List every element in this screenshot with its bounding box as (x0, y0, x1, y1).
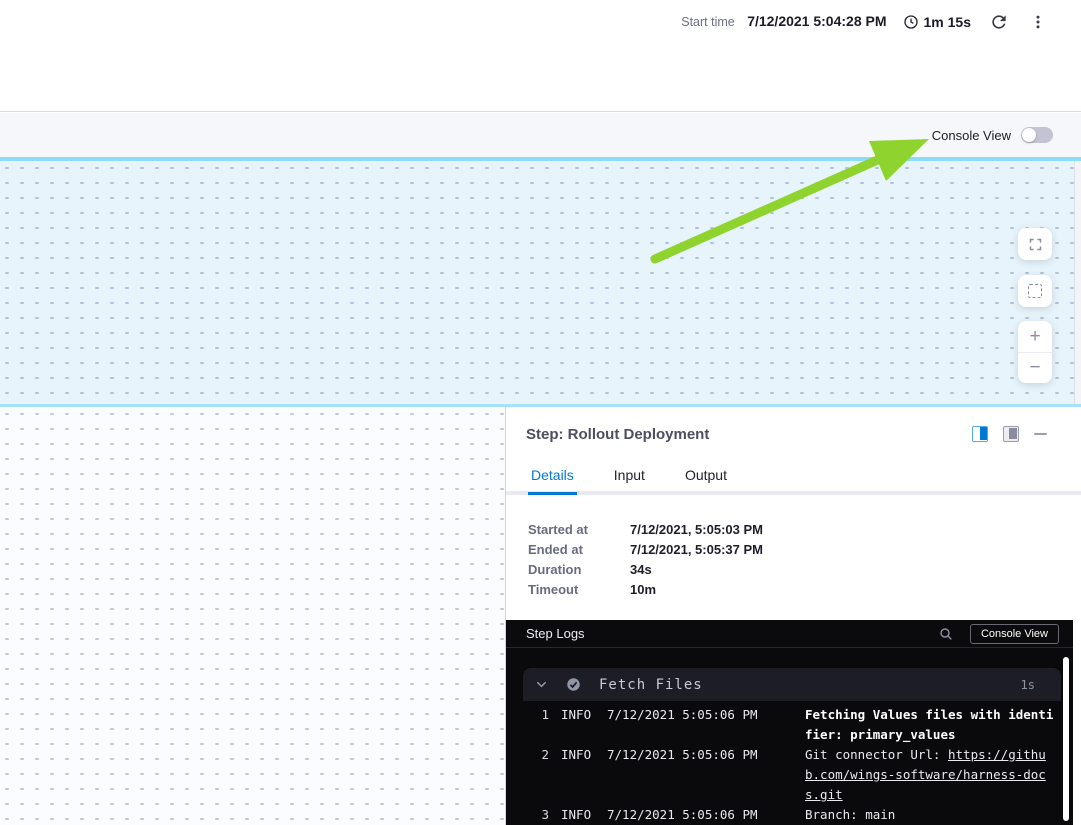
execution-graph-canvas[interactable]: Execution Rollout Deployment (0, 407, 505, 825)
toggle-knob (1022, 128, 1036, 142)
step-logs-title: Step Logs (526, 626, 585, 641)
elapsed-value: 1m 15s (924, 14, 971, 30)
log-timestamp: 7/12/2021 5:05:06 PM (607, 705, 793, 725)
tab-output[interactable]: Output (682, 464, 730, 495)
log-line: 2 INFO 7/12/2021 5:05:06 PM Git connector U… (523, 745, 1059, 805)
top-header: Start time 7/12/2021 5:04:28 PM 1m 15s (0, 0, 1081, 112)
panel-view-fill (1009, 428, 1017, 439)
pipeline-execution-view: Start time 7/12/2021 5:04:28 PM 1m 15s (0, 0, 1081, 825)
split-view-fill (980, 427, 987, 440)
start-time-label: Start time (681, 15, 735, 29)
search-icon[interactable] (938, 626, 954, 642)
split-view-icon[interactable] (972, 426, 988, 442)
refresh-icon (989, 12, 1009, 32)
fullscreen-icon (1028, 237, 1043, 252)
step-details-panel: Step: Rollout Deployment Details Input Out… (505, 407, 1081, 825)
log-line-number: 1 (523, 705, 549, 725)
more-options-button[interactable] (1027, 11, 1049, 33)
panel-actions (972, 426, 1047, 442)
zoom-in-button[interactable]: + (1018, 321, 1052, 353)
kebab-menu-icon (1029, 13, 1047, 31)
detail-label: Ended at (528, 542, 630, 557)
stage-toolbar: Console View (0, 113, 1081, 157)
step-logs-section: Step Logs Console View Fetch Files 1s (506, 620, 1073, 825)
console-view-toggle[interactable] (1021, 127, 1053, 143)
tab-details[interactable]: Details (528, 464, 577, 495)
canvas-scrollbar-track[interactable] (1074, 161, 1081, 404)
tab-input[interactable]: Input (611, 464, 648, 495)
start-time: Start time 7/12/2021 5:04:28 PM (681, 13, 886, 31)
log-level: INFO (561, 705, 595, 725)
log-line: 1 INFO 7/12/2021 5:05:06 PM Fetching Values… (523, 705, 1059, 745)
zoom-to-fit-button[interactable] (1018, 275, 1052, 307)
panel-tabs: Details Input Output (528, 464, 730, 495)
stage-graph-canvas[interactable] (0, 161, 1081, 404)
check-circle-icon (566, 677, 581, 692)
log-level: INFO (561, 745, 595, 765)
detail-value: 7/12/2021, 5:05:03 PM (630, 522, 763, 537)
detail-row: Duration34s (528, 559, 763, 579)
log-message: Git connector Url: https://github.com/wi… (805, 745, 1059, 805)
fit-selection-icon (1028, 284, 1042, 298)
detail-value: 7/12/2021, 5:05:37 PM (630, 542, 763, 557)
log-link[interactable]: https://github.com/wings-software/harnes… (805, 747, 1046, 802)
elapsed-duration: 1m 15s (903, 14, 971, 30)
log-section-duration: 1s (1021, 678, 1035, 692)
panel-title: Step: Rollout Deployment (526, 426, 709, 443)
detail-value: 34s (630, 562, 652, 577)
panel-view-icon[interactable] (1003, 426, 1019, 442)
detail-row: Timeout10m (528, 579, 763, 599)
detail-label: Timeout (528, 582, 630, 597)
log-line-number: 2 (523, 745, 549, 765)
chevron-down-icon (535, 678, 548, 691)
log-line-number: 3 (523, 805, 549, 825)
log-level: INFO (561, 805, 595, 825)
step-details-list: Started at7/12/2021, 5:05:03 PMEnded at7… (528, 519, 763, 599)
start-time-value: 7/12/2021 5:04:28 PM (747, 13, 886, 29)
log-timestamp: 7/12/2021 5:05:06 PM (607, 805, 793, 825)
zoom-out-button[interactable]: − (1018, 353, 1052, 384)
log-section-fetch-files[interactable]: Fetch Files 1s (523, 668, 1061, 701)
detail-label: Started at (528, 522, 630, 537)
log-message: Branch: main (805, 805, 1059, 825)
log-section-name: Fetch Files (599, 677, 1003, 693)
detail-value: 10m (630, 582, 656, 597)
detail-label: Duration (528, 562, 630, 577)
log-message: Fetching Values files with identifier: p… (805, 705, 1059, 745)
clock-icon (903, 14, 919, 30)
fullscreen-button[interactable] (1018, 228, 1052, 260)
refresh-button[interactable] (987, 10, 1011, 34)
detail-row: Started at7/12/2021, 5:05:03 PM (528, 519, 763, 539)
minimize-panel-button[interactable] (1034, 433, 1047, 436)
log-lines: 1 INFO 7/12/2021 5:05:06 PM Fetching Values… (506, 705, 1073, 825)
logs-scrollbar-thumb[interactable] (1063, 657, 1069, 821)
console-view-label: Console View (932, 128, 1011, 143)
logs-console-view-button[interactable]: Console View (970, 624, 1059, 644)
detail-row: Ended at7/12/2021, 5:05:37 PM (528, 539, 763, 559)
log-timestamp: 7/12/2021 5:05:06 PM (607, 745, 793, 765)
step-logs-header: Step Logs Console View (506, 620, 1073, 648)
zoom-controls: + − (1018, 321, 1052, 383)
log-line: 3 INFO 7/12/2021 5:05:06 PM Branch: main (523, 805, 1059, 825)
